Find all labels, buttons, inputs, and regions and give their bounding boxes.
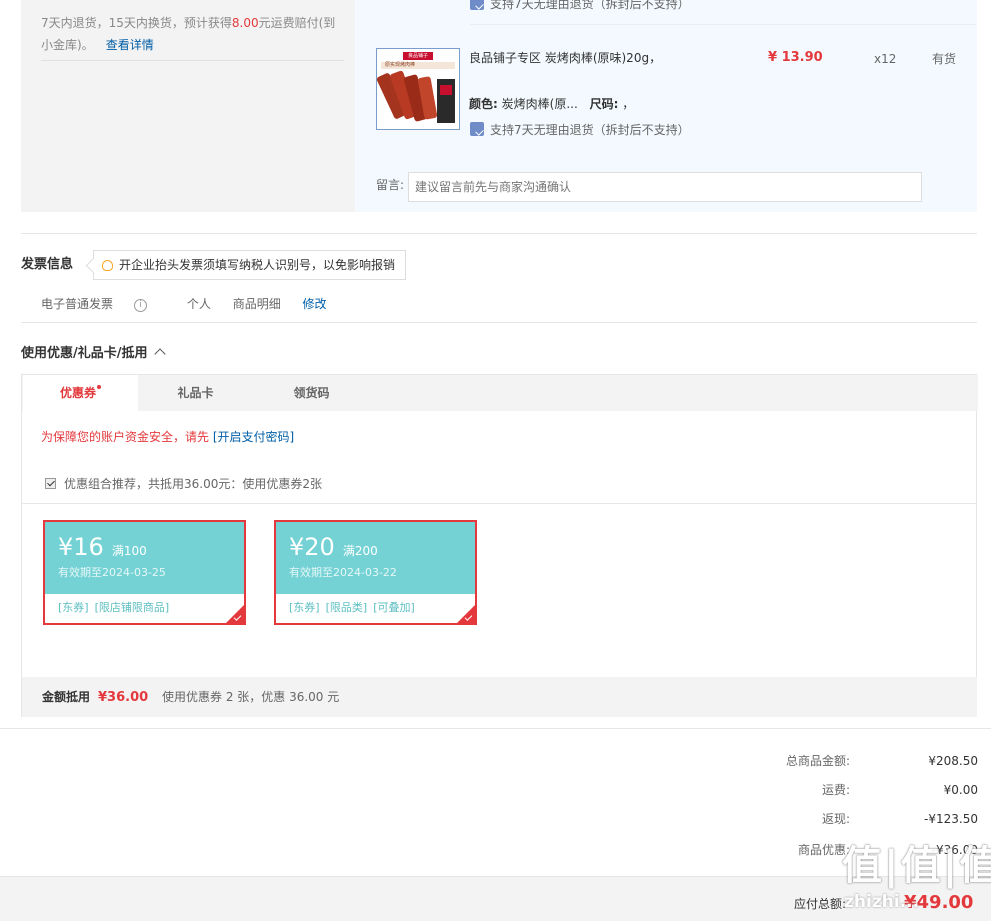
tab-label: 优惠券 [59, 386, 96, 400]
divider [0, 728, 991, 729]
shipping-label: 运费: [821, 783, 850, 797]
divider [41, 60, 344, 61]
tab-label: 礼品卡 [177, 386, 214, 400]
coupon-card[interactable]: ¥16 满100 有效期至2024-03-25 [东券] [限店铺限商品] [43, 520, 246, 625]
tab-label: 领货码 [293, 386, 330, 400]
checkbox-icon[interactable] [45, 478, 56, 489]
product-attributes: 颜色: 炭烤肉棒(原... 尺码: ， [469, 94, 634, 114]
invoice-type: 电子普通发票 i [41, 297, 165, 312]
divider [22, 503, 977, 504]
divider [21, 233, 977, 234]
coupon-summary: 金额抵用 ¥36.00 [42, 687, 148, 708]
policy-details-link[interactable]: 查看详情 [106, 38, 154, 52]
coupon-section-toggle[interactable]: 使用优惠/礼品卡/抵用 [21, 344, 166, 364]
stock-status: 有货 [932, 52, 957, 66]
new-dot-icon [97, 385, 101, 389]
total-goods-label: 总商品金额: [785, 754, 850, 768]
product-thumbnail[interactable]: 良品铺子 原实现烤肉棒 [376, 48, 460, 130]
coupon-tag: [东券] [58, 601, 89, 614]
summary-label: 金额抵用 [42, 690, 91, 704]
cashback-label: 返现: [821, 812, 850, 826]
divider [470, 24, 976, 25]
product-name[interactable]: 良品铺子专区 炭烤肉棒(原味)20g， [469, 48, 661, 68]
summary-description: 使用优惠券 2 张，优惠 36.00 元 [162, 690, 340, 704]
coupon-tag: [限店铺限商品] [94, 601, 170, 614]
message-label: 留言: [376, 178, 405, 192]
size-label: 尺码: [589, 97, 619, 111]
total-goods-value: ¥208.50 [928, 754, 978, 768]
return-badge-icon [470, 122, 484, 136]
coupon-tags: [东券] [限品类] [可叠加] [289, 600, 421, 616]
coupon-amount: ¥20 满200 [289, 532, 378, 566]
policy-amount: 8.00 [231, 16, 259, 30]
coupon-section-title: 使用优惠/礼品卡/抵用 [21, 346, 148, 361]
divider [21, 322, 977, 323]
warning-text: 为保障您的账户资金安全，请先 [41, 430, 210, 444]
coupon-tag: [可叠加] [373, 601, 415, 614]
thumb-caption: 原实现烤肉棒 [385, 62, 416, 68]
message-input[interactable] [408, 172, 922, 202]
product-quantity: x12 [874, 52, 897, 66]
coupon-amount: ¥16 满100 [58, 532, 147, 566]
info-icon[interactable]: i [134, 299, 148, 312]
invoice-holder: 个人 [186, 297, 211, 311]
watermark-logo: 值|值|值 [842, 843, 991, 889]
coupon-tag: [东券] [289, 601, 320, 614]
shipping-policy: 7天内退货，15天内换货，预计获得8.00元运费赔付(到小金库)。 查看详情 [41, 12, 346, 56]
product-image-icon [377, 49, 459, 129]
invoice-content: 商品明细 [232, 297, 281, 311]
invoice-modify-link[interactable]: 修改 [303, 297, 327, 311]
thumb-brand: 良品铺子 [408, 53, 429, 59]
discount-label: 商品优惠: [797, 843, 850, 857]
recommend-combo[interactable]: 优惠组合推荐，共抵用36.00元：使用优惠券2张 [45, 474, 322, 494]
return-tag-top: 支持7天无理由退货（拆封后不支持） [470, 0, 690, 14]
coupon-expiry: 有效期至2024-03-22 [289, 566, 397, 579]
coupon-condition: 满200 [342, 544, 378, 558]
enable-pay-password-link[interactable]: [开启支付密码] [213, 430, 294, 444]
tab-gift-cards[interactable]: 礼品卡 [138, 375, 253, 412]
security-warning: 为保障您的账户资金安全，请先 [开启支付密码] [41, 427, 294, 447]
payable-label: 应付总额: [794, 897, 847, 911]
shipping-value: ¥0.00 [943, 783, 978, 797]
watermark-site: zhizhi... [844, 892, 920, 912]
invoice-title: 发票信息 [21, 257, 74, 272]
coupon-tag: [限品类] [325, 601, 368, 614]
size-value: ， [622, 97, 635, 111]
color-label: 颜色: [469, 97, 498, 111]
color-value: 炭烤肉棒(原... [501, 97, 578, 111]
invoice-details: 电子普通发票 i 个人 商品明细 修改 [41, 294, 327, 314]
coupon-condition: 满100 [111, 544, 147, 558]
chevron-up-icon [153, 348, 166, 360]
invoice-type-text: 电子普通发票 [41, 297, 114, 311]
return-badge-icon [470, 0, 484, 10]
coupon-expiry: 有效期至2024-03-25 [58, 566, 166, 579]
return-tag: 支持7天无理由退货（拆封后不支持） [470, 120, 690, 140]
return-tag-text: 支持7天无理由退货（拆封后不支持） [490, 0, 690, 11]
tab-redeem-code[interactable]: 领货码 [254, 375, 369, 412]
invoice-tip-text: 开企业抬头发票须填写纳税人识别号，以免影响报销 [119, 258, 396, 272]
return-tag-text: 支持7天无理由退货（拆封后不支持） [490, 123, 690, 137]
lightbulb-icon [102, 260, 113, 271]
coupon-value: ¥16 [58, 533, 104, 561]
recommend-text: 优惠组合推荐，共抵用36.00元：使用优惠券2张 [64, 477, 322, 491]
policy-text: 7天内退货，15天内换货，预计获得 [41, 16, 232, 30]
coupon-tags: [东券] [限店铺限商品] [58, 600, 175, 616]
tab-coupons[interactable]: 优惠券 [23, 375, 138, 412]
summary-amount: ¥36.00 [98, 690, 149, 705]
invoice-tip: 开企业抬头发票须填写纳税人识别号，以免影响报销 [93, 250, 407, 280]
cashback-value: -¥123.50 [924, 812, 978, 826]
coupon-value: ¥20 [289, 533, 335, 561]
coupon-card[interactable]: ¥20 满200 有效期至2024-03-22 [东券] [限品类] [可叠加] [274, 520, 477, 625]
product-price: ¥ 13.90 [768, 50, 823, 65]
